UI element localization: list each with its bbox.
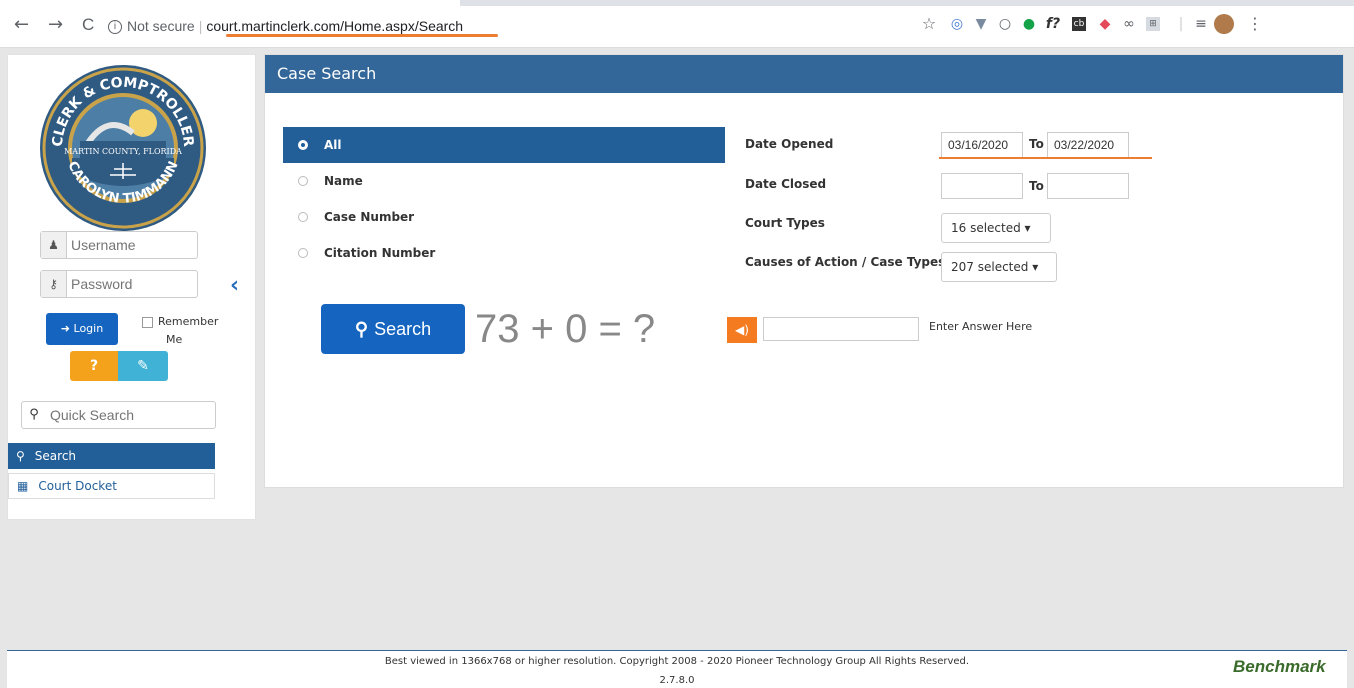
search-option-case-number[interactable]: Case Number [283,199,725,235]
search-button-label: Search [374,319,432,339]
captcha-answer-input[interactable] [763,317,919,341]
page-footer: Best viewed in 1366x768 or higher resolu… [7,650,1347,688]
sidebar-item-court-docket[interactable]: ▦ Court Docket [8,473,215,499]
menu-dots-icon[interactable]: ⋮ [1246,15,1264,33]
quick-search-field[interactable]: ⚲ [21,401,216,429]
extension-function-icon[interactable]: f? [1044,15,1062,33]
captcha-image: 73 + 0 = ? [475,307,656,351]
extension-link-icon[interactable]: ∞ [1120,15,1138,33]
sidebar-item-search[interactable]: ⚲ Search [8,443,215,469]
quick-search-input[interactable] [50,405,210,425]
radio-name[interactable] [298,176,308,186]
version-text: 2.7.8.0 [659,675,695,686]
sidebar-item-label: Search [34,449,77,463]
password-input[interactable] [71,274,195,294]
date-closed-from-input[interactable] [941,173,1023,199]
password-field[interactable]: ⚷ [40,270,198,298]
remember-label-line2: Me [166,333,183,346]
remember-label-line1: Remember [158,315,219,328]
benchmark-logo: Benchmark [1233,657,1326,676]
user-icon: ♟ [41,232,67,258]
option-label: Case Number [324,210,415,224]
date-closed-to-label: To [1029,179,1044,193]
page-title: Case Search [265,55,1343,93]
question-icon: ? [89,358,99,374]
extension-cb-icon[interactable]: cb [1072,17,1086,31]
login-button[interactable]: ➜ Login [46,313,118,345]
info-icon[interactable]: i [108,20,122,35]
bookmark-star-icon[interactable]: ☆ [920,15,938,33]
search-option-all[interactable]: All [283,127,725,163]
date-closed-to-input[interactable] [1047,173,1129,199]
seal-middle-text: MARTIN COUNTY, FLORIDA [64,147,182,156]
edit-icon: ✎ [137,358,149,374]
date-opened-from-input[interactable]: 03/16/2020 [941,132,1023,158]
username-field[interactable]: ♟ [40,231,198,259]
court-types-dropdown[interactable]: 16 selected ▾ [941,213,1051,243]
extension-circle-icon[interactable]: ○ [996,15,1014,33]
copyright-text: Best viewed in 1366x768 or higher resolu… [384,656,970,667]
option-label: Name [324,174,363,188]
case-types-dropdown[interactable]: 207 selected ▾ [941,252,1057,282]
case-search-panel: Case Search All Name Case Number Citatio… [264,54,1344,488]
sidebar-item-label: Court Docket [38,479,117,493]
search-icon: ⚲ [16,449,25,463]
extension-opera-icon[interactable]: ◎ [948,15,966,33]
collapse-chevron-left-icon[interactable]: ‹ [230,273,239,298]
profile-avatar[interactable] [1214,14,1234,34]
remember-checkbox-box[interactable] [142,317,153,328]
clerk-seal-logo: MARTIN COUNTY, FLORIDA CLERK & COMPTROLL… [40,65,206,231]
extension-box-icon[interactable]: ⊞ [1146,17,1160,31]
court-types-label: Court Types [745,216,825,230]
extension-vue-icon[interactable]: ▼ [972,15,990,33]
captcha-answer-label: Enter Answer Here [929,320,1033,333]
search-icon: ⚲ [354,319,369,339]
date-highlight-mark [939,157,1152,159]
left-sidebar: MARTIN COUNTY, FLORIDA CLERK & COMPTROLL… [7,54,256,520]
search-option-name[interactable]: Name [283,163,725,199]
toolbar-divider: | [1178,16,1184,32]
login-label: Login [73,322,104,335]
speaker-icon: ◀) [735,323,749,337]
sign-in-icon: ➜ [60,322,71,335]
username-input[interactable] [71,235,195,255]
search-icon: ⚲ [29,407,39,422]
causes-of-action-label: Causes of Action / Case Types [745,255,946,269]
back-icon[interactable]: ← [14,16,29,34]
url-text: court.martinclerk.com/Home.aspx/Search [206,18,464,34]
date-closed-label: Date Closed [745,177,827,191]
reload-icon[interactable]: C [82,16,94,34]
reading-list-icon[interactable]: ≡ [1192,15,1210,33]
radio-citation-number[interactable] [298,248,308,258]
option-label: Citation Number [324,246,436,260]
tab-strip [0,0,1354,6]
search-option-citation-number[interactable]: Citation Number [283,235,725,271]
extension-diamond-icon[interactable]: ◆ [1096,15,1114,33]
date-opened-to-label: To [1029,137,1044,151]
help-button[interactable]: ? [70,351,118,381]
date-opened-to-input[interactable]: 03/22/2020 [1047,132,1129,158]
radio-case-number[interactable] [298,212,308,222]
security-label: Not secure [127,18,195,34]
forward-icon[interactable]: → [48,16,63,34]
browser-toolbar: ← → C i Not secure | court.martinclerk.com/… [0,0,1354,48]
address-separator: | [198,18,203,34]
captcha-audio-button[interactable]: ◀) [727,317,757,343]
option-label: All [324,138,342,152]
search-button[interactable]: ⚲ Search [321,304,465,354]
register-button[interactable]: ✎ [118,351,168,381]
key-icon: ⚷ [41,271,67,297]
active-tab[interactable] [0,0,460,6]
radio-all[interactable] [298,140,308,150]
extension-grammarly-icon[interactable]: ● [1020,15,1038,33]
date-opened-label: Date Opened [745,137,834,151]
calendar-icon: ▦ [17,479,29,493]
url-highlight-mark [226,34,498,37]
